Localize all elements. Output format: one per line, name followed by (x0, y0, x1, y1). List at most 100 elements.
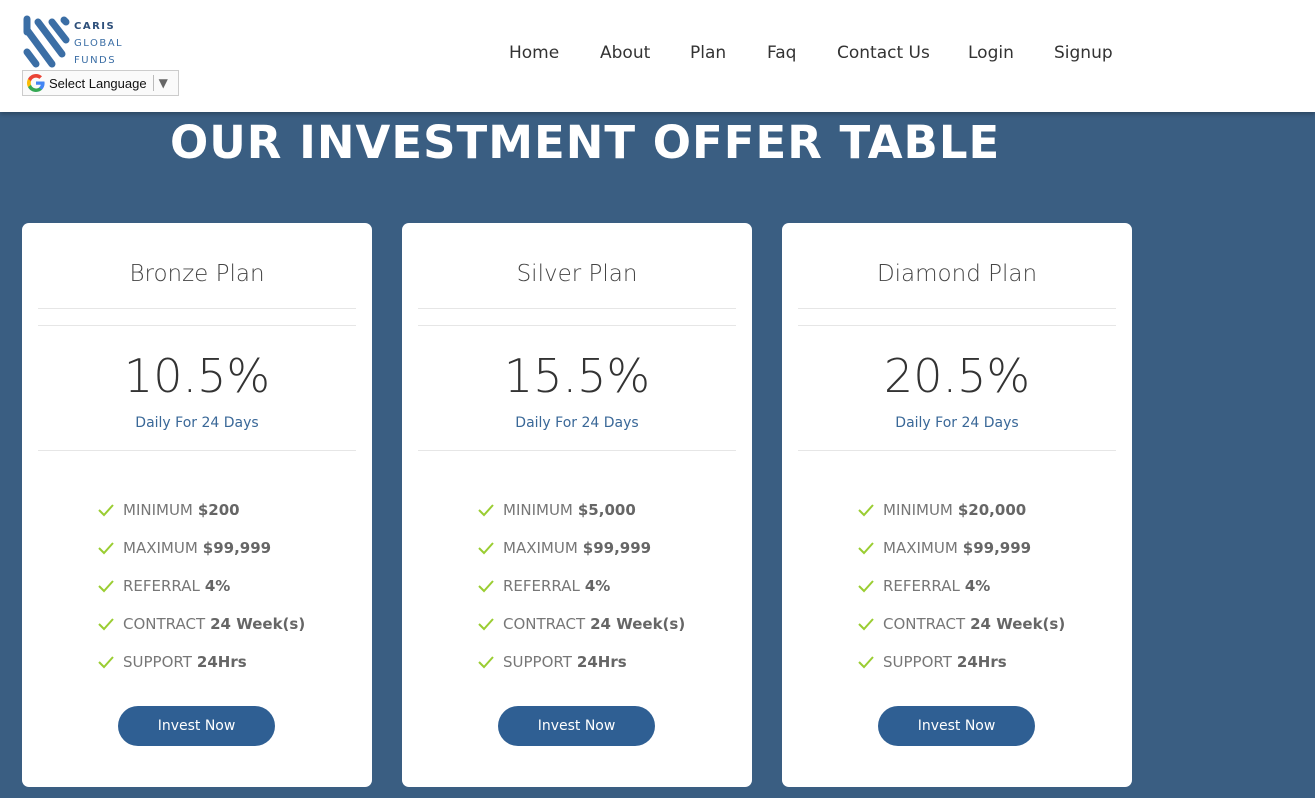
invest-now-button[interactable]: Invest Now (118, 706, 275, 746)
divider (38, 308, 356, 309)
feature-label: REFERRAL (503, 577, 580, 595)
feature-item: SUPPORT 24Hrs (478, 643, 738, 681)
feature-item: CONTRACT 24 Week(s) (98, 605, 358, 643)
check-icon (98, 618, 114, 631)
feature-value: $20,000 (957, 501, 1027, 519)
feature-label: MINIMUM (503, 501, 573, 519)
feature-value: $5,000 (577, 501, 636, 519)
check-icon (858, 618, 874, 631)
check-icon (478, 542, 494, 555)
language-select[interactable]: Select Language ▼ (22, 70, 179, 96)
logo[interactable]: CARIS GLOBAL FUNDS (22, 14, 132, 70)
feature-item: MINIMUM $20,000 (858, 491, 1118, 529)
nav-item-contact-us[interactable]: Contact Us (837, 43, 930, 63)
feature-value: $99,999 (582, 539, 652, 557)
nav-item-about[interactable]: About (600, 43, 650, 63)
check-icon (478, 580, 494, 593)
feature-item: MINIMUM $5,000 (478, 491, 738, 529)
feature-label: REFERRAL (123, 577, 200, 595)
feature-item: CONTRACT 24 Week(s) (858, 605, 1118, 643)
feature-label: MINIMUM (123, 501, 193, 519)
feature-item: CONTRACT 24 Week(s) (478, 605, 738, 643)
google-g-icon (27, 74, 45, 92)
divider (418, 308, 736, 309)
feature-value: $200 (197, 501, 240, 519)
nav-item-home[interactable]: Home (509, 43, 559, 63)
chevron-down-icon[interactable]: ▼ (159, 76, 168, 90)
plan-card-diamond: Diamond Plan 20.5% Daily For 24 Days MIN… (782, 223, 1132, 787)
divider (418, 450, 736, 451)
plan-card-bronze: Bronze Plan 10.5% Daily For 24 Days MINI… (22, 223, 372, 787)
check-icon (98, 542, 114, 555)
divider (798, 450, 1116, 451)
plan-features: MINIMUM $200 MAXIMUM $99,999 REFERRAL 4% CO… (98, 491, 358, 681)
feature-label: SUPPORT (883, 653, 952, 671)
check-icon (98, 656, 114, 669)
nav-item-plan[interactable]: Plan (690, 43, 726, 63)
feature-item: MAXIMUM $99,999 (98, 529, 358, 567)
feature-label: CONTRACT (503, 615, 586, 633)
feature-item: REFERRAL 4% (98, 567, 358, 605)
logo-wordmark: CARIS GLOBAL FUNDS (74, 18, 123, 69)
feature-value: 24Hrs (956, 653, 1007, 671)
feature-item: MAXIMUM $99,999 (478, 529, 738, 567)
feature-item: SUPPORT 24Hrs (858, 643, 1118, 681)
plan-rate: 20.5% (883, 349, 1031, 403)
divider (798, 308, 1116, 309)
invest-now-button[interactable]: Invest Now (498, 706, 655, 746)
check-icon (478, 618, 494, 631)
nav-item-signup[interactable]: Signup (1054, 43, 1113, 63)
divider (38, 325, 356, 326)
feature-label: MINIMUM (883, 501, 953, 519)
logo-text-global: GLOBAL (74, 38, 124, 49)
nav-item-login[interactable]: Login (968, 43, 1014, 63)
feature-value: 4% (584, 577, 611, 595)
feature-value: 24 Week(s) (210, 615, 306, 633)
check-icon (478, 504, 494, 517)
plan-features: MINIMUM $20,000 MAXIMUM $99,999 REFERRAL 4%… (858, 491, 1118, 681)
feature-label: SUPPORT (123, 653, 192, 671)
feature-label: MAXIMUM (503, 539, 578, 557)
feature-value: 24Hrs (576, 653, 627, 671)
feature-value: 24 Week(s) (590, 615, 686, 633)
feature-item: MAXIMUM $99,999 (858, 529, 1118, 567)
plan-period: Daily For 24 Days (895, 415, 1019, 431)
plan-rate: 10.5% (123, 349, 271, 403)
feature-label: SUPPORT (503, 653, 572, 671)
divider (38, 450, 356, 451)
feature-label: CONTRACT (883, 615, 966, 633)
feature-label: CONTRACT (123, 615, 206, 633)
nav-item-faq[interactable]: Faq (767, 43, 796, 63)
feature-item: MINIMUM $200 (98, 491, 358, 529)
check-icon (858, 656, 874, 669)
language-select-divider (152, 75, 154, 91)
check-icon (478, 656, 494, 669)
plan-rate: 15.5% (503, 349, 651, 403)
check-icon (858, 504, 874, 517)
invest-now-button[interactable]: Invest Now (878, 706, 1035, 746)
feature-item: REFERRAL 4% (858, 567, 1118, 605)
feature-label: MAXIMUM (883, 539, 958, 557)
page-title: OUR INVESTMENT OFFER TABLE (170, 116, 1001, 169)
check-icon (98, 504, 114, 517)
check-icon (858, 542, 874, 555)
plan-features: MINIMUM $5,000 MAXIMUM $99,999 REFERRAL 4% … (478, 491, 738, 681)
plan-period: Daily For 24 Days (135, 415, 259, 431)
feature-value: 4% (964, 577, 991, 595)
logo-text-caris: CARIS (74, 21, 116, 32)
feature-value: $99,999 (962, 539, 1032, 557)
feature-value: 24Hrs (196, 653, 247, 671)
divider (798, 325, 1116, 326)
site-header: CARIS GLOBAL FUNDS Select Language ▼ Hom… (0, 0, 1315, 112)
feature-label: MAXIMUM (123, 539, 198, 557)
plan-name: Diamond Plan (876, 261, 1038, 287)
check-icon (858, 580, 874, 593)
feature-item: SUPPORT 24Hrs (98, 643, 358, 681)
plan-name: Silver Plan (516, 261, 638, 287)
feature-value: $99,999 (202, 539, 272, 557)
logo-icon (23, 15, 70, 68)
divider (418, 325, 736, 326)
plan-name: Bronze Plan (129, 261, 265, 287)
logo-text-funds: FUNDS (74, 55, 117, 66)
feature-value: 24 Week(s) (970, 615, 1066, 633)
